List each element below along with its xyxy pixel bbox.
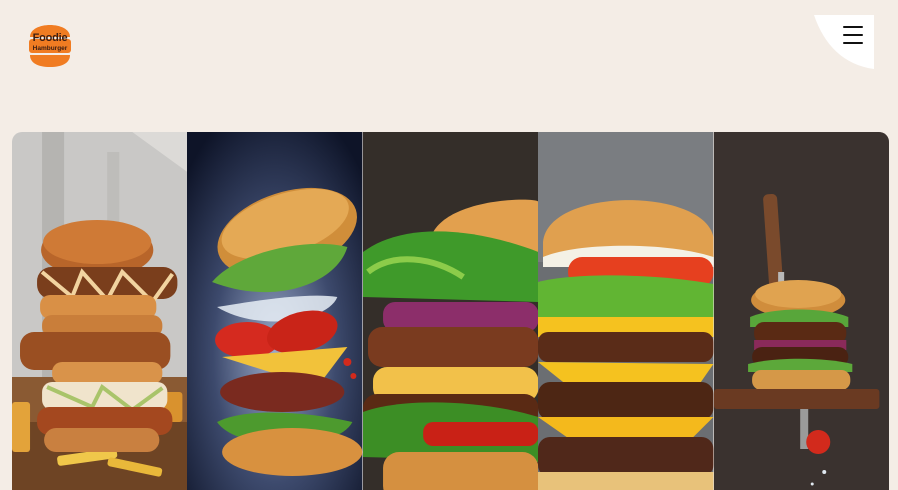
logo-title: Foodie [32,32,68,44]
burger-image-5 [713,132,889,490]
burger-image-1 [12,132,188,490]
hamburger-menu-icon [843,26,863,46]
burger-image-4 [538,132,714,490]
burger-image-2 [187,132,363,490]
menu-button[interactable] [814,15,874,69]
logo[interactable]: Foodie Hamburger [27,15,73,67]
burger-image-3 [362,132,539,490]
burger-gallery [12,132,889,490]
logo-subtitle: Hamburger [32,45,68,52]
